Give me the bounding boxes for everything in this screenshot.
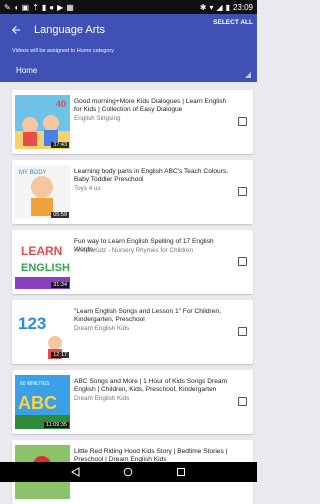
svg-text:MY BODY: MY BODY (19, 170, 47, 176)
video-title: Learning body parts in English ABC's Tea… (74, 168, 228, 183)
location-icon: ● (49, 2, 55, 12)
select-checkbox[interactable] (238, 257, 247, 266)
signal-icon: ◢ (216, 2, 223, 12)
clock: 23:09 (232, 2, 253, 12)
svg-text:40: 40 (56, 99, 66, 109)
channel-name: Toys 4 us (74, 185, 101, 192)
wifi-icon: ▾ (209, 2, 214, 12)
dropdown-corner-icon[interactable] (245, 72, 251, 78)
list-item[interactable]: 123 12:17 "Learn English Songs and Lesso… (12, 300, 253, 364)
video-title: Good morning+More Kids Dialogues | Learn… (74, 98, 227, 113)
video-title: "Learn English Songs and Lesson 1" For C… (74, 308, 221, 323)
list-item[interactable]: LEARN ENGLISH 31:34 Fun way to Learn Eng… (12, 230, 253, 294)
svg-text:ABC: ABC (18, 393, 57, 413)
duration-badge: 05:59 (51, 212, 69, 218)
channel-name: Dream English Kids (74, 395, 130, 402)
svg-text:LEARN: LEARN (21, 244, 62, 258)
gallery-icon: ▣ (21, 2, 30, 12)
select-checkbox[interactable] (238, 187, 247, 196)
channel-name: English Singsing (74, 115, 121, 122)
system-nav-bar (0, 462, 257, 482)
svg-text:60 MINUTES: 60 MINUTES (20, 381, 50, 387)
wrench-icon: ✎ (4, 2, 11, 12)
list-item[interactable]: MY BODY 05:59 Learning body parts in Eng… (12, 160, 253, 224)
home-nav-icon[interactable] (122, 466, 134, 478)
duration-badge: 11:09:35 (43, 422, 69, 428)
system-icons: ✱ ▾ ◢ ▮ 23:09 (200, 3, 253, 12)
channel-name: HooplaKidz - Nursery Rhymes for Children (74, 247, 193, 254)
list-item[interactable]: 60 MINUTES ABC 11:09:35 ABC Songs and Mo… (12, 370, 253, 434)
select-checkbox[interactable] (238, 117, 247, 126)
battery-saver-icon: ▮ (41, 2, 47, 12)
calendar-icon: ▦ (66, 2, 74, 12)
category-selector[interactable]: Home (16, 66, 37, 75)
video-thumbnail: 123 12:17 (15, 305, 70, 359)
select-checkbox[interactable] (238, 397, 247, 406)
channel-name: Dream English Kids (74, 325, 130, 332)
media-icon: ▶ (57, 2, 64, 12)
back-arrow-icon[interactable] (8, 22, 24, 38)
assignment-hint: Videos will be assigned to Home category (12, 48, 115, 54)
recents-nav-icon[interactable] (175, 466, 187, 478)
upload-icon: ⇡ (32, 2, 39, 12)
duration-badge: 12:17 (51, 352, 69, 358)
select-checkbox[interactable] (238, 327, 247, 336)
battery-icon: ▮ (225, 2, 230, 12)
video-thumbnail: 40 37:43 (15, 95, 70, 149)
bluetooth-icon: ✱ (199, 2, 207, 12)
list-item[interactable]: 40 37:43 Good morning+More Kids Dialogue… (12, 90, 253, 154)
video-title: ABC Songs and More | 1 Hour of Kids Song… (74, 378, 228, 393)
duration-badge: 37:43 (51, 142, 69, 148)
svg-text:123: 123 (18, 314, 46, 333)
video-thumbnail: 60 MINUTES ABC 11:09:35 (15, 375, 70, 429)
status-bar: ✎ ◖ ▣ ⇡ ▮ ● ▶ ▦ ✱ ▾ ◢ ▮ 23:09 (0, 0, 257, 14)
duration-badge: 31:34 (51, 282, 69, 288)
video-thumbnail: MY BODY 05:59 (15, 165, 70, 219)
notification-icons: ✎ ◖ ▣ ⇡ ▮ ● ▶ ▦ (4, 3, 74, 12)
messenger-icon: ◖ (13, 2, 19, 12)
app-bar: Language Arts SELECT ALL Videos will be … (0, 14, 257, 82)
select-all-button[interactable]: SELECT ALL (213, 19, 253, 26)
page-title: Language Arts (34, 24, 105, 36)
svg-text:ENGLISH: ENGLISH (21, 262, 70, 274)
back-nav-icon[interactable] (70, 466, 82, 478)
video-thumbnail: LEARN ENGLISH 31:34 (15, 235, 70, 289)
